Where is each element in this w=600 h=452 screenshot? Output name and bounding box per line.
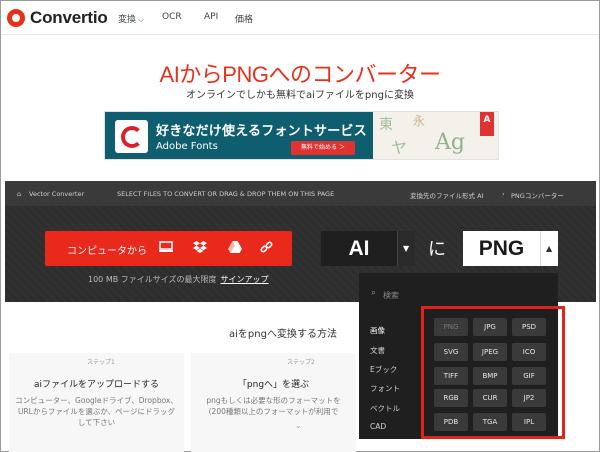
decorative-glyph: ヤ (391, 138, 408, 157)
signup-link[interactable]: サインアップ (221, 275, 269, 284)
ad-cta-button[interactable]: 無料で始める ＞ (291, 141, 355, 155)
category-document[interactable]: 文書 (370, 345, 385, 356)
adobe-fonts-ad-banner[interactable]: 好きなだけ使えるフォントサービス Adobe Fonts 無料で始める ＞ 東 … (104, 111, 499, 160)
chevron-down-icon: ⌄ (295, 421, 302, 430)
step1-description: コンピューター、Googleドライブ、Dropbox、 URLからファイルを選ぶ… (9, 395, 184, 428)
step1-desc-line: して下さい (77, 418, 116, 427)
step1-desc-line: コンピューター、Googleドライブ、Dropbox、 (15, 396, 178, 405)
category-ebook[interactable]: Eブック (370, 364, 397, 375)
step2-description: pngもしくは必要な形のフォーマットを (200種類以上のフォーマットが利用で (191, 395, 356, 417)
link-url-icon[interactable] (260, 241, 273, 257)
breadcrumb[interactable]: Vector Converter (29, 190, 84, 198)
adobe-creative-cloud-icon (115, 120, 148, 153)
upload-label: コンピュータから (67, 246, 147, 257)
target-converter-link[interactable]: PNGコンバーター (511, 190, 564, 200)
search-icon: ⌕ (371, 288, 377, 298)
ad-headline: 好きなだけ使えるフォントサービス (156, 124, 367, 139)
computer-icon[interactable] (159, 241, 173, 256)
convertio-logo[interactable]: Convertio (7, 8, 108, 28)
caret-down-icon: ▼ (403, 244, 410, 253)
source-format-select[interactable]: AI (321, 231, 397, 266)
dropbox-icon[interactable] (193, 241, 207, 256)
step2-desc-line: (200種類以上のフォーマットが利用で (208, 407, 339, 416)
source-format-dropdown-toggle[interactable]: ▼ (397, 231, 415, 266)
category-image[interactable]: 画像 (370, 325, 385, 336)
step1-desc-line: URLからファイルを選ぶか、ページにドラッグ (17, 407, 176, 416)
nav-pricing[interactable]: 価格 (235, 12, 253, 25)
max-size-text: 100 MB ファイルサイズの最大限度 (88, 275, 217, 284)
howto-title: aiをpngへ変換する方法 (229, 329, 337, 340)
nav-convert-label: 変換 (118, 15, 137, 25)
target-format-label: 変換先のファイル形式 AI (410, 192, 484, 200)
ad-font-sample-image: 東 永 ヤ Ag A (373, 112, 498, 159)
step1-badge: ステップ1 (87, 359, 115, 366)
target-format-value: PNG (478, 237, 525, 260)
chevron-right-icon: › (502, 190, 505, 198)
decorative-glyph: 東 (379, 117, 393, 133)
home-icon[interactable]: ⌂ (17, 190, 21, 198)
step2-badge: ステップ2 (287, 359, 315, 366)
category-vector[interactable]: ベクトル (370, 403, 400, 414)
converter-instruction: SELECT FILES TO CONVERT OR DRAG & DROP T… (117, 190, 335, 198)
top-nav-bar: Convertio 変換 ⌵ OCR API 価格 (1, 1, 599, 35)
format-search-input[interactable]: ⌕ 検索 (359, 283, 558, 305)
chevron-down-icon: ⌵ (138, 15, 145, 24)
main-nav: 変換 ⌵ OCR API 価格 (118, 12, 253, 25)
converter-header: ⌂ Vector Converter SELECT FILES TO CONVE… (5, 181, 596, 206)
target-format-select[interactable]: PNG (463, 231, 540, 266)
ad-left-panel: 好きなだけ使えるフォントサービス Adobe Fonts 無料で始める ＞ (105, 112, 373, 159)
step2-desc-line: pngもしくは必要な形のフォーマットを (206, 396, 341, 405)
category-cad[interactable]: CAD (370, 422, 386, 431)
target-format-dropdown-toggle[interactable]: ▲ (540, 231, 558, 266)
decorative-glyph: 永 (413, 114, 426, 128)
highlight-annotation-frame (421, 306, 565, 439)
caret-up-icon: ▲ (546, 244, 553, 253)
step1-title: aiファイルをアップロードする (33, 380, 160, 390)
source-format-value: AI (348, 237, 370, 260)
step2-title: 「pngへ」を選ぶ (237, 380, 310, 390)
nav-ocr[interactable]: OCR (162, 12, 204, 25)
adobe-badge: A (480, 112, 494, 136)
max-size-note: 100 MB ファイルサイズの最大限度 サインアップ (88, 274, 269, 285)
page-subtitle: オンラインでしかも無料でaiファイルをpngに変換 (186, 90, 414, 101)
category-font[interactable]: フォント (370, 383, 400, 394)
upload-from-computer-button[interactable]: コンピュータから (45, 231, 292, 266)
page-title: AIからPNGへのコンバーター (159, 62, 441, 87)
nav-convert[interactable]: 変換 ⌵ (118, 12, 162, 25)
nav-api[interactable]: API (204, 12, 235, 25)
convertio-logo-icon (7, 9, 25, 27)
google-drive-icon[interactable] (228, 241, 242, 256)
decorative-glyph: Ag (435, 130, 465, 155)
connector-text: に (428, 239, 446, 260)
search-placeholder: 検索 (383, 291, 399, 300)
brand-name: Convertio (30, 8, 108, 27)
ad-brand: Adobe Fonts (156, 141, 218, 152)
